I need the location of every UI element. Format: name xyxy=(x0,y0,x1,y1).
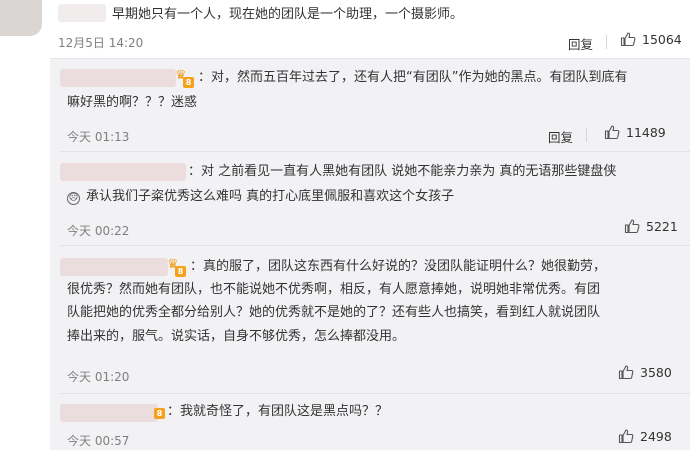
reply-divider xyxy=(60,245,690,246)
level-badge-icon: 8 xyxy=(175,266,186,277)
like-button[interactable]: 2498 xyxy=(618,428,672,444)
reply-divider xyxy=(60,151,690,152)
like-count: 11489 xyxy=(626,124,666,140)
divider xyxy=(606,35,607,49)
replies-box: ♛ 8 ：对，然而五百年过去了，还有人把“有团队”作为她的黑点。有团队到底有 嘛… xyxy=(50,58,690,450)
divider xyxy=(586,128,587,142)
reply-divider xyxy=(60,393,690,394)
thumbs-up-icon xyxy=(624,218,640,234)
reply-text-cont: 队能把她的优秀全都分给别人？她的优秀就不是她的了？还有些人也搞笑，看到红人就说团… xyxy=(67,305,601,320)
like-count: 3580 xyxy=(640,364,672,380)
username-blurred[interactable] xyxy=(58,4,106,22)
reply-time: 今天 01:20 xyxy=(67,370,130,384)
comment-text: 早期她只有一个人，现在她的团队是一个助理，一个摄影师。 xyxy=(112,7,464,22)
reply-text: ：真的服了，团队这东西有什么好说的？没团队能证明什么？她很勤劳， xyxy=(190,259,607,274)
sad-face-icon: ☹ xyxy=(67,192,80,205)
thumbs-up-icon xyxy=(618,428,634,444)
username-blurred[interactable] xyxy=(60,258,168,276)
like-button[interactable]: 5221 xyxy=(624,218,678,234)
username-blurred[interactable] xyxy=(60,69,176,87)
reply-text-cont: 承认我们子粢优秀这么难吗 真的打心底里佩服和喜欢这个女孩子 xyxy=(86,189,455,204)
reply-text: ：对，然而五百年过去了，还有人把“有团队”作为她的黑点。有团队到底有 xyxy=(198,70,628,85)
reply-text-cont: 嘛好黑的啊？？？迷惑 xyxy=(67,95,198,110)
reply-text-cont: 很优秀？然而她有团队，也不能说她不优秀啊，相反，有人愿意捧她，说明她非常优秀。有… xyxy=(67,282,601,297)
level-badge-icon: 8 xyxy=(183,77,194,88)
like-button[interactable]: 3580 xyxy=(618,364,672,380)
thumbs-up-icon xyxy=(604,124,620,140)
like-count: 5221 xyxy=(646,218,678,234)
like-button[interactable]: 15064 xyxy=(620,31,682,47)
reply-button[interactable]: 回复 xyxy=(568,34,593,53)
level-badge-icon: 8 xyxy=(154,408,165,419)
reply-text: ：我就奇怪了，有团队这是黑点吗？？ xyxy=(167,404,389,419)
thumbs-up-icon xyxy=(618,364,634,380)
reply-text: ：对 之前看见一直有人黑她有团队 说她不能亲力亲为 真的无语那些键盘侠 xyxy=(188,164,617,179)
username-blurred[interactable] xyxy=(60,404,158,422)
reply-button[interactable]: 回复 xyxy=(548,127,573,146)
like-count: 15064 xyxy=(642,31,682,47)
comment-thread: 早期她只有一个人，现在她的团队是一个助理，一个摄影师。 12月5日 14:20 … xyxy=(0,0,690,450)
avatar[interactable] xyxy=(0,0,42,36)
reply-time: 今天 01:13 xyxy=(67,130,130,144)
like-button[interactable]: 11489 xyxy=(604,124,666,140)
reply-text-cont: 捧出来的，服气。说实话，自身不够优秀，怎么捧都没用。 xyxy=(67,329,406,344)
username-blurred[interactable] xyxy=(60,163,186,181)
thumbs-up-icon xyxy=(620,31,636,47)
like-count: 2498 xyxy=(640,428,672,444)
comment-time: 12月5日 14:20 xyxy=(58,36,144,50)
reply-time: 今天 00:22 xyxy=(67,224,130,238)
reply-time: 今天 00:57 xyxy=(67,434,130,448)
